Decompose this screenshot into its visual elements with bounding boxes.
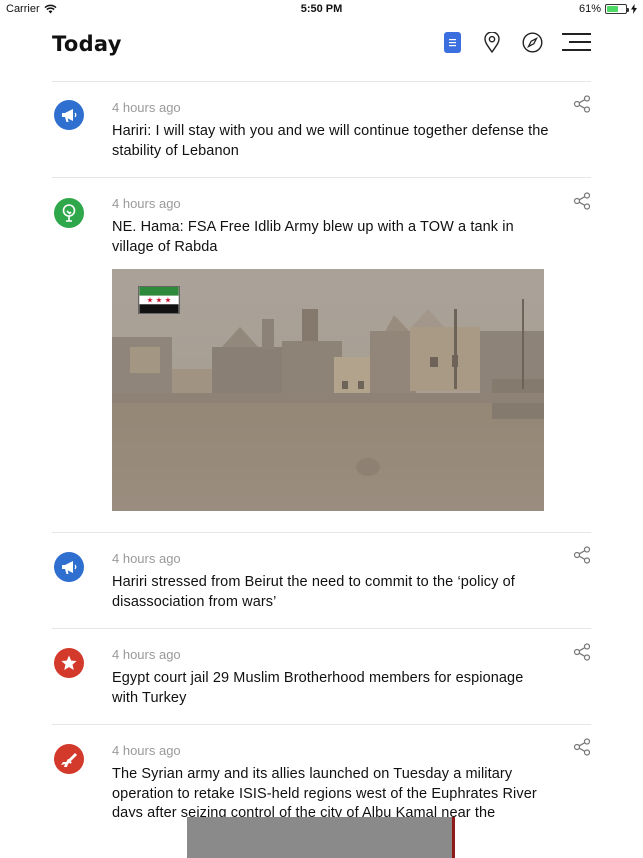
- rifle-icon: [54, 744, 84, 774]
- page-title: Today: [52, 32, 122, 56]
- svg-text:★ ★ ★: ★ ★ ★: [147, 295, 172, 304]
- list-icon[interactable]: [441, 31, 463, 53]
- megaphone-icon: [54, 100, 84, 130]
- share-icon[interactable]: [573, 546, 591, 564]
- item-headline[interactable]: NE. Hama: FSA Free Idlib Army blew up wi…: [112, 218, 552, 257]
- battery-percent: 61%: [578, 3, 601, 15]
- feed-item[interactable]: 4 hours ago Hariri stressed from Beirut …: [52, 533, 591, 628]
- menu-icon[interactable]: [561, 31, 591, 53]
- status-bar: Carrier 5:50 PM 61%: [0, 0, 643, 18]
- item-headline[interactable]: Hariri stressed from Beirut the need to …: [112, 573, 552, 612]
- location-pin-icon[interactable]: [481, 31, 503, 53]
- item-headline[interactable]: The Syrian army and its allies launched …: [112, 765, 552, 817]
- status-battery: 61%: [579, 3, 637, 15]
- flag-icon: ★ ★ ★: [138, 286, 180, 314]
- bottom-overlay-bar[interactable]: [187, 817, 455, 858]
- item-timestamp: 4 hours ago: [112, 647, 181, 662]
- feed-item[interactable]: 4 hours ago The Syrian army and its alli…: [52, 725, 591, 817]
- news-photo[interactable]: ★ ★ ★: [112, 269, 544, 511]
- tree-icon: [54, 198, 84, 228]
- app-header: Today: [52, 28, 591, 62]
- star-icon: [54, 648, 84, 678]
- share-icon[interactable]: [573, 192, 591, 210]
- item-timestamp: 4 hours ago: [112, 743, 181, 758]
- item-headline[interactable]: Egypt court jail 29 Muslim Brotherhood m…: [112, 669, 552, 708]
- status-time: 5:50 PM: [300, 3, 343, 15]
- share-icon[interactable]: [573, 643, 591, 661]
- item-headline[interactable]: Hariri: I will stay with you and we will…: [112, 122, 552, 161]
- battery-icon: [605, 4, 629, 14]
- feed-item[interactable]: 4 hours ago Egypt court jail 29 Muslim B…: [52, 629, 591, 724]
- header-toolbar: [441, 31, 591, 53]
- item-timestamp: 4 hours ago: [112, 551, 181, 566]
- share-icon[interactable]: [573, 95, 591, 113]
- compass-icon[interactable]: [521, 31, 543, 53]
- feed-item[interactable]: 4 hours ago Hariri: I will stay with you…: [52, 82, 591, 177]
- megaphone-icon: [54, 552, 84, 582]
- item-timestamp: 4 hours ago: [112, 100, 181, 115]
- item-timestamp: 4 hours ago: [112, 196, 181, 211]
- charging-icon: [631, 4, 637, 14]
- share-icon[interactable]: [573, 738, 591, 756]
